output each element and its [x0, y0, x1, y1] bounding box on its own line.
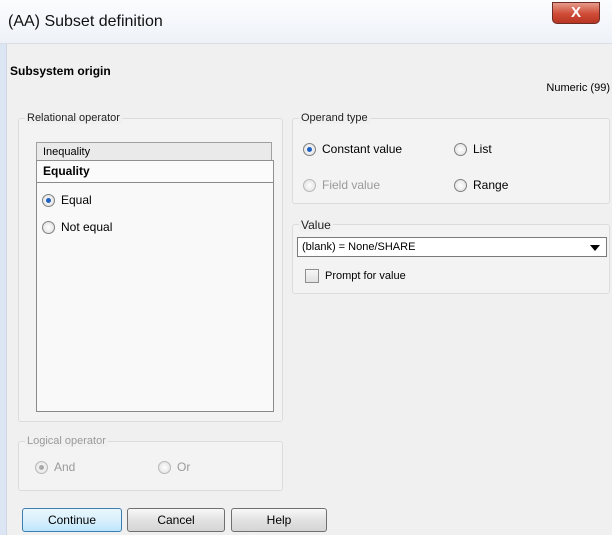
prompt-for-value-label: Prompt for value: [325, 270, 406, 282]
radio-checked-icon: [35, 460, 48, 474]
tab-inequality[interactable]: Inequality: [36, 142, 272, 160]
radio-unchecked-icon: [303, 178, 316, 192]
tab-equality[interactable]: Equality: [36, 160, 274, 182]
value-select-text: (blank) = None/SHARE: [302, 241, 416, 253]
chevron-down-icon[interactable]: [590, 245, 600, 251]
operand-type-label: Operand type: [299, 112, 370, 124]
radio-equal[interactable]: Equal: [42, 193, 92, 207]
radio-constant-value[interactable]: Constant value: [303, 142, 402, 156]
radio-equal-label: Equal: [61, 193, 92, 207]
help-button[interactable]: Help: [231, 508, 327, 532]
numeric-label: Numeric (99): [546, 82, 610, 94]
radio-range-label: Range: [473, 178, 509, 192]
checkbox-icon[interactable]: [305, 269, 319, 283]
radio-not-equal[interactable]: Not equal: [42, 220, 112, 234]
radio-list[interactable]: List: [454, 142, 492, 156]
value-select[interactable]: (blank) = None/SHARE: [297, 237, 607, 257]
radio-range[interactable]: Range: [454, 178, 508, 192]
window-left-border: [0, 44, 7, 535]
relational-tabs: Inequality Equality: [36, 142, 274, 412]
radio-or[interactable]: Or: [158, 460, 190, 474]
radio-list-label: List: [473, 142, 492, 156]
value-label: Value: [299, 218, 333, 232]
close-icon: X: [570, 4, 581, 21]
radio-not-equal-label: Not equal: [61, 220, 113, 234]
radio-field-value-label: Field value: [322, 178, 381, 192]
radio-field-value[interactable]: Field value: [303, 178, 380, 192]
radio-checked-icon: [42, 193, 55, 207]
title-bar: (AA) Subset definition X: [0, 0, 612, 44]
close-button[interactable]: X: [552, 2, 600, 24]
radio-unchecked-icon: [158, 460, 171, 474]
radio-unchecked-icon: [42, 220, 55, 234]
prompt-for-value-checkbox[interactable]: Prompt for value: [305, 269, 406, 283]
radio-unchecked-icon: [454, 178, 467, 192]
radio-or-label: Or: [177, 460, 191, 474]
section-title: Subsystem origin: [10, 64, 111, 78]
window-title: (AA) Subset definition: [8, 13, 163, 30]
tab-equality-panel: [36, 182, 274, 412]
relational-operator-label: Relational operator: [25, 112, 122, 124]
radio-and[interactable]: And: [35, 460, 75, 474]
radio-unchecked-icon: [454, 142, 467, 156]
logical-operator-label: Logical operator: [25, 435, 108, 447]
cancel-button[interactable]: Cancel: [127, 508, 225, 532]
radio-constant-value-label: Constant value: [322, 142, 403, 156]
value-group: Value: [292, 218, 610, 294]
radio-checked-icon: [303, 142, 316, 156]
radio-and-label: And: [54, 460, 76, 474]
continue-button[interactable]: Continue: [22, 508, 122, 532]
